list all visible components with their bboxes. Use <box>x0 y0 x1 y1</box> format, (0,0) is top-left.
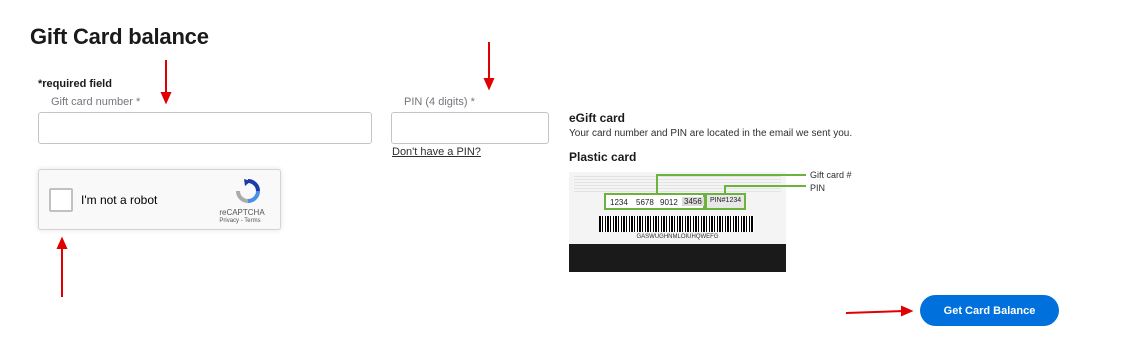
arrow-up-icon <box>56 236 68 249</box>
arrow-down-icon <box>160 92 172 105</box>
annotation-arrows <box>56 42 914 317</box>
arrow-down-icon <box>483 78 495 91</box>
arrow-right-icon <box>845 310 905 314</box>
arrow-right-icon <box>901 305 914 317</box>
